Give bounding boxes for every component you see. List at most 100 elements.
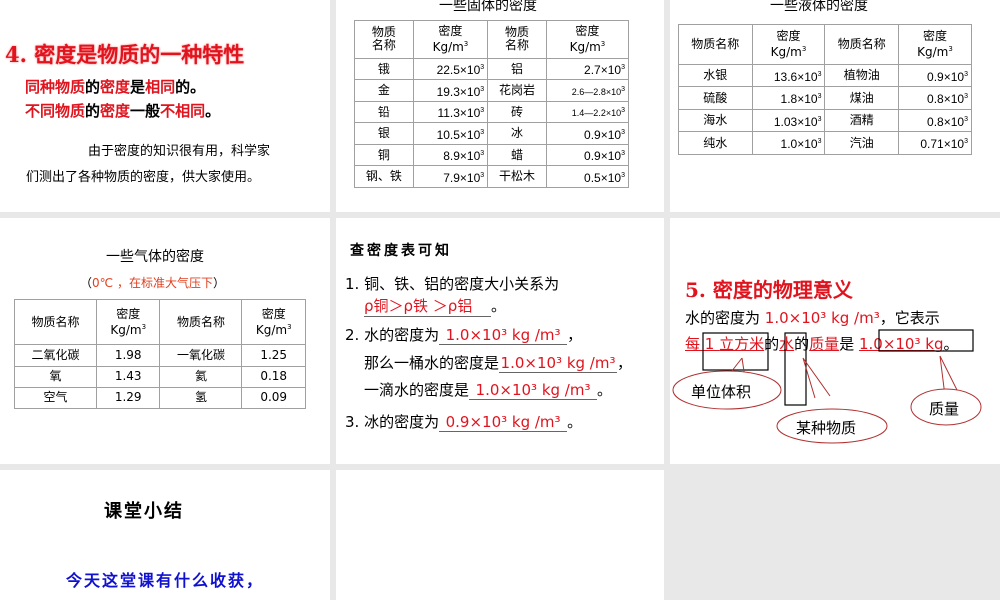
- summary-question: 今天这堂课有什么收获，: [66, 571, 265, 590]
- table-cell: 1.25: [241, 344, 306, 367]
- text-run: 密度: [100, 102, 131, 120]
- table-cell: 1.43: [95, 365, 161, 388]
- column-header: 物质名称: [487, 20, 547, 59]
- slide-thumbnail-8[interactable]: [336, 470, 664, 600]
- table-cell: 1.4—2.2×103: [545, 100, 630, 124]
- column-header: 密度 Kg/m3: [95, 298, 161, 346]
- table-cell: 干松木: [487, 165, 547, 188]
- table-cell: 10.5×103: [412, 122, 489, 145]
- table-cell: 19.3×103: [412, 79, 489, 102]
- table-cell: 22.5×103: [412, 57, 489, 81]
- table-cell: 二氧化碳: [14, 344, 97, 367]
- callout-unit-volume: 单位体积: [691, 383, 752, 401]
- slide-title: 4. 密度是物质的一种特性: [5, 42, 245, 67]
- slide-title: 一些气体的密度: [106, 249, 204, 265]
- table-cell: 海水: [678, 108, 753, 133]
- table-row: 氧 1.43 氦 0.18: [14, 365, 306, 388]
- density-statement-2: 不同物质的密度一般不相同。: [25, 100, 220, 121]
- table-cell: 氢: [159, 386, 243, 410]
- table-cell: 硫酸: [678, 86, 753, 110]
- table-cell: 0.71×103: [897, 131, 973, 155]
- slide-subtitle: （0℃ ，在标准大气压下）: [80, 276, 225, 290]
- slide-title: 一些固体的密度: [439, 0, 537, 14]
- slide-thumbnail-3[interactable]: 一些液体的密度 物质名称 密度 Kg/m3 物质名称 密度 Kg/m3 水银 13.6×103…: [670, 0, 1000, 212]
- table-cell: 一氧化碳: [159, 344, 243, 367]
- question-2: 2. 水的密度为 1.0×10³ kg /m³，: [345, 326, 583, 345]
- table-cell: 2.6—2.8×103: [545, 79, 630, 102]
- column-header: 物质名称: [159, 298, 243, 346]
- column-header: 密度 Kg/m3: [241, 298, 306, 346]
- table-cell: 冰: [487, 122, 547, 145]
- callout-mass: 质量: [929, 400, 960, 418]
- table-cell: 锇: [354, 57, 414, 81]
- table-row: 铅 11.3×103 砖 1.4—2.2×103: [354, 100, 630, 124]
- liquid-density-table: 物质名称 密度 Kg/m3 物质名称 密度 Kg/m3 水银 13.6×103 植物油 0.9×1…: [678, 24, 973, 155]
- slide-thumbnail-6[interactable]: 5. 密度的物理意义 水的密度为 1.0×10³ kg /m³，它表示 每 1 …: [670, 218, 1000, 464]
- table-cell: 金: [354, 79, 414, 102]
- column-header: 密度 Kg/m3: [412, 20, 489, 59]
- column-header: 密度 Kg/m3: [545, 20, 630, 59]
- table-header-row: 物质名称密度Kg/m3物质名称密度Kg/m3: [678, 24, 973, 65]
- table-cell: 1.29: [95, 386, 161, 410]
- text-run: 密度: [100, 78, 131, 96]
- question-1: 1. 铜、铁、铝的密度大小关系为: [345, 275, 560, 293]
- table-cell: 空气: [14, 386, 97, 410]
- table-cell: 氦: [159, 365, 243, 388]
- text-run: 。: [205, 102, 221, 120]
- slide-heading: 查密度表可知: [350, 243, 452, 259]
- table-cell: 铅: [354, 100, 414, 124]
- slide-thumbnail-4[interactable]: 一些气体的密度 （0℃ ，在标准大气压下） 物质名称 密度 Kg/m3 物质名称 密度 K…: [0, 218, 330, 464]
- table-row: 海水 1.03×103 酒精 0.8×103: [678, 108, 973, 133]
- column-header: 物质名称: [678, 24, 753, 65]
- text-run: 不相同: [160, 102, 206, 120]
- table-cell: 1.0×103: [751, 131, 826, 155]
- table-row: 银 10.5×103 冰 0.9×103: [354, 122, 630, 145]
- table-cell: 植物油: [824, 63, 899, 88]
- table-cell: 煤油: [824, 86, 899, 110]
- table-cell: 钢、铁: [354, 165, 414, 188]
- solid-density-table: 物质 名称 密度 Kg/m3 物质 名称 密度 Kg/m3 锇 22.5×103 铝 2.7×103 金…: [354, 20, 630, 188]
- density-statement-1: 同种物质的密度是相同的。: [25, 76, 205, 97]
- text-run: 的: [85, 78, 101, 96]
- column-header: 物质名称: [14, 298, 97, 346]
- slide-thumbnail-1[interactable]: 4. 密度是物质的一种特性 同种物质的密度是相同的。 不同物质的密度一般不相同。…: [0, 0, 330, 212]
- table-row: 锇 22.5×103 铝 2.7×103: [354, 57, 630, 81]
- slide-thumbnail-7[interactable]: 课堂小结 今天这堂课有什么收获，: [0, 470, 330, 600]
- table-cell: 0.9×103: [545, 143, 630, 167]
- callout-substance: 某种物质: [796, 419, 857, 437]
- table-row: 硫酸 1.8×103 煤油 0.8×103: [678, 86, 973, 110]
- table-cell: 氧: [14, 365, 97, 388]
- column-header: 密度 Kg/m3: [897, 24, 973, 65]
- slide-title: 一些液体的密度: [770, 0, 868, 14]
- substance-box: [784, 332, 807, 406]
- paragraph-line-2: 们测出了各种物质的密度，供大家使用。: [26, 170, 261, 185]
- table-cell: 0.5×103: [545, 165, 630, 188]
- question-3: 3. 冰的密度为 0.9×10³ kg /m³。: [345, 413, 583, 432]
- table-cell: 7.9×103: [412, 165, 489, 188]
- column-header: 物质名称: [354, 20, 414, 59]
- table-cell: 铝: [487, 57, 547, 81]
- slide-title: 课堂小结: [104, 501, 184, 522]
- table-cell: 砖: [487, 100, 547, 124]
- table-row: 纯水 1.0×103 汽油 0.71×103: [678, 131, 973, 155]
- table-cell: 纯水: [678, 131, 753, 155]
- slide-thumbnail-5[interactable]: 查密度表可知 1. 铜、铁、铝的密度大小关系为 ρ铜＞ρ铁 ＞ρ铝。 2. 水的…: [336, 218, 664, 464]
- table-cell: 水银: [678, 63, 753, 88]
- table-cell: 铜: [354, 143, 414, 167]
- text-run: 不同物质: [25, 102, 86, 120]
- table-cell: 0.18: [241, 365, 306, 388]
- table-cell: 11.3×103: [412, 100, 489, 124]
- text-run: 的。: [175, 78, 206, 96]
- volume-box: [702, 332, 769, 371]
- table-cell: 花岗岩: [487, 79, 547, 102]
- paragraph-line-1: 由于密度的知识很有用，科学家: [88, 144, 271, 159]
- answer-1-row: ρ铜＞ρ铁 ＞ρ铝。: [364, 297, 507, 317]
- table-cell: 2.7×103: [545, 57, 630, 81]
- slide-thumbnail-2[interactable]: 一些固体的密度 物质 名称 密度 Kg/m3 物质 名称 密度 Kg/m3 锇 22.5×103 铝…: [336, 0, 664, 212]
- table-row: 空气 1.29 氢 0.09: [14, 386, 306, 410]
- text-run: 一般: [130, 102, 161, 120]
- table-cell: 1.8×103: [751, 86, 826, 110]
- table-cell: 1.03×103: [751, 108, 826, 133]
- table-cell: 蜡: [487, 143, 547, 167]
- table-row: 钢、铁 7.9×103 干松木 0.5×103: [354, 165, 630, 188]
